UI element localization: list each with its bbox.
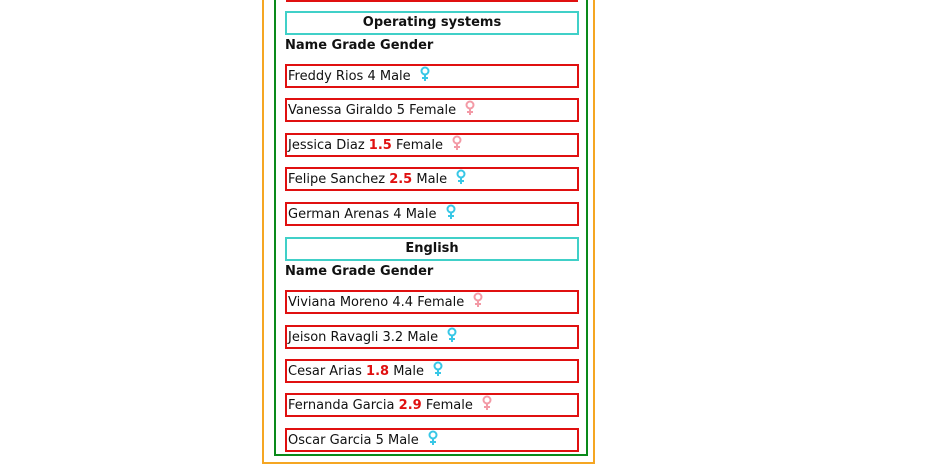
student-grade: 5 xyxy=(375,433,384,448)
section-title: English xyxy=(285,237,579,261)
section-title: Operating systems xyxy=(285,11,579,35)
student-row: Fernanda Garcia 2.9 Female xyxy=(285,393,579,417)
female-gender-icon xyxy=(452,135,462,150)
student-gender: Female xyxy=(417,295,465,310)
student-name: German Arenas xyxy=(288,207,390,222)
female-gender-icon xyxy=(482,395,492,410)
student-grade: 5 xyxy=(396,103,405,118)
student-row: Jeison Ravagli 3.2 Male xyxy=(285,325,579,349)
student-gender: Male xyxy=(405,207,437,222)
student-row: Jessica Diaz 1.5 Female xyxy=(285,133,579,157)
student-row: Viviana Moreno 4.4 Female xyxy=(285,290,579,314)
student-name: Jeison Ravagli xyxy=(288,330,379,345)
student-grade: 3.2 xyxy=(382,330,404,345)
student-name: Freddy Rios xyxy=(288,69,364,84)
student-name: Oscar Garcia xyxy=(288,433,372,448)
student-row: Freddy Rios 4 Male xyxy=(285,64,579,88)
male-gender-icon xyxy=(428,430,438,445)
student-grade: 2.5 xyxy=(389,172,413,187)
student-gender: Male xyxy=(407,330,439,345)
student-row: Felipe Sanchez 2.5 Male xyxy=(285,167,579,191)
student-row: Cesar Arias 1.8 Male xyxy=(285,359,579,383)
student-gender: Male xyxy=(387,433,419,448)
student-name: Viviana Moreno xyxy=(288,295,389,310)
student-row: Oscar Garcia 5 Male xyxy=(285,428,579,452)
male-gender-icon xyxy=(447,327,457,342)
student-grade: 4.4 xyxy=(392,295,414,310)
student-gender: Male xyxy=(393,364,424,379)
column-headers: Name Grade Gender xyxy=(285,264,434,279)
student-row: Vanessa Giraldo 5 Female xyxy=(285,98,579,122)
student-row: German Arenas 4 Male xyxy=(285,202,579,226)
student-name: Vanessa Giraldo xyxy=(288,103,393,118)
male-gender-icon xyxy=(446,204,456,219)
student-grade: 4 xyxy=(393,207,402,222)
column-headers: Name Grade Gender xyxy=(285,38,434,53)
student-gender: Female xyxy=(409,103,457,118)
student-gender: Male xyxy=(416,172,448,187)
female-gender-icon xyxy=(465,100,475,115)
student-grade: 4 xyxy=(367,69,376,84)
student-name: Jessica Diaz xyxy=(288,138,365,153)
student-grade: 1.8 xyxy=(366,364,390,379)
male-gender-icon xyxy=(420,66,430,81)
male-gender-icon xyxy=(433,361,443,376)
student-name: Fernanda Garcia xyxy=(288,398,395,413)
student-gender: Female xyxy=(425,398,473,413)
student-gender: Female xyxy=(395,138,443,153)
student-name: Felipe Sanchez xyxy=(288,172,386,187)
student-name: Cesar Arias xyxy=(288,364,362,379)
previous-row-edge xyxy=(286,0,578,2)
student-gender: Male xyxy=(379,69,411,84)
female-gender-icon xyxy=(473,292,483,307)
male-gender-icon xyxy=(456,169,466,184)
student-grade: 2.9 xyxy=(398,398,422,413)
student-grade: 1.5 xyxy=(368,138,392,153)
